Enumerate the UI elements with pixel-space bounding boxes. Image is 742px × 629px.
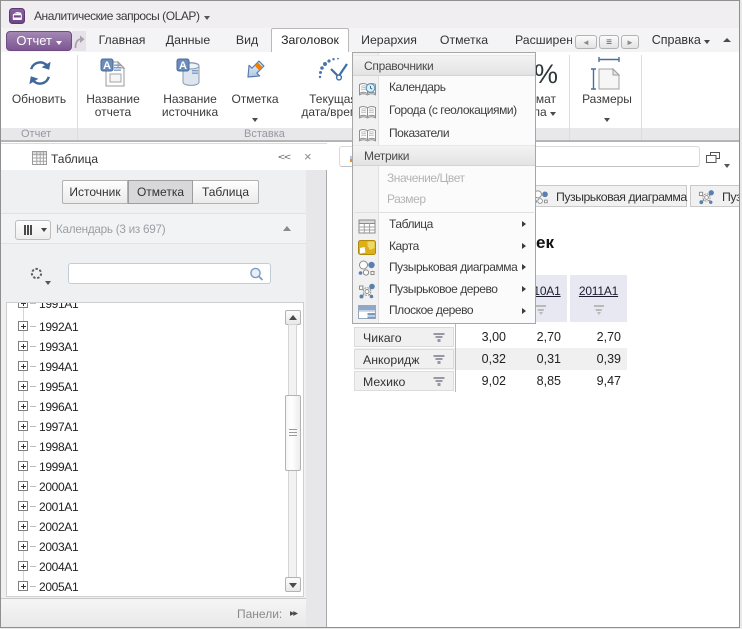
svg-text:A: A xyxy=(103,60,111,72)
svg-text:A: A xyxy=(179,60,187,72)
